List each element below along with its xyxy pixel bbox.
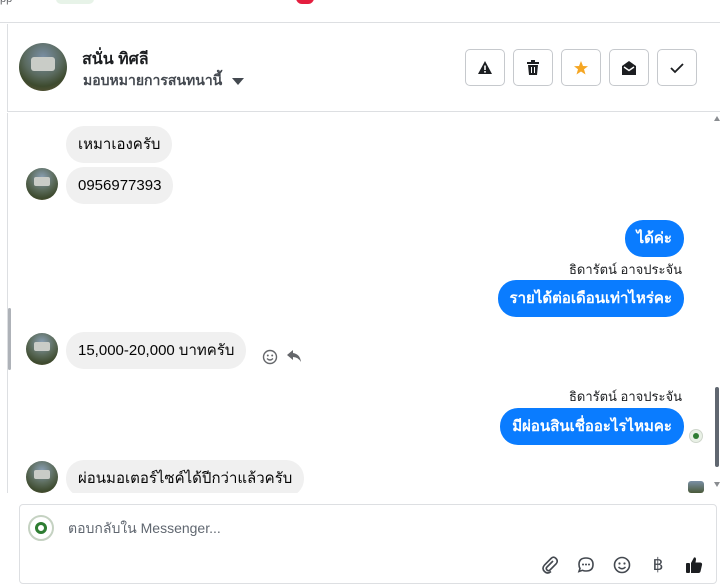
- contact-avatar-small[interactable]: [26, 333, 58, 365]
- incoming-message[interactable]: 0956977393: [66, 167, 174, 204]
- check-icon: [670, 62, 684, 73]
- chevron-down-icon: [232, 77, 245, 85]
- star-button[interactable]: [561, 49, 601, 86]
- saved-replies-button[interactable]: [574, 553, 598, 577]
- conversation-header: สนั่น ทิศลี มอบหมายการสนทนานี้: [7, 24, 720, 112]
- payment-button[interactable]: ฿: [646, 553, 670, 577]
- assign-conversation-dropdown[interactable]: มอบหมายการสนทนานี้: [83, 70, 245, 92]
- attach-button[interactable]: [538, 553, 562, 577]
- scroll-up-arrow-icon[interactable]: [714, 116, 720, 121]
- sender-name: ธิดารัตน์ อาจประจัน: [568, 389, 682, 404]
- report-button[interactable]: [465, 49, 505, 86]
- top-toolbar-strip: pp: [0, 0, 720, 23]
- incoming-message[interactable]: ผ่อนมอเตอร์ไซค์ได้ปีกว่าแล้วครับ: [66, 460, 305, 493]
- thread-scrollbar[interactable]: [713, 113, 720, 493]
- emoji-icon: [613, 556, 631, 574]
- mark-unread-button[interactable]: [609, 49, 649, 86]
- contact-avatar-small[interactable]: [26, 168, 58, 200]
- thumbs-up-icon: [686, 557, 703, 573]
- messenger-inbox-window: pp สนั่น ทิศลี มอบหมายการสนทนานี้ เหมาเอ…: [0, 0, 720, 587]
- contact-avatar-small[interactable]: [26, 461, 58, 493]
- reply-input[interactable]: [68, 518, 628, 538]
- seen-receipt-icon: [689, 429, 703, 443]
- like-button[interactable]: [682, 553, 706, 577]
- page-avatar: [28, 515, 54, 541]
- notification-badge: [296, 0, 314, 4]
- incoming-message[interactable]: เหมาเองครับ: [66, 126, 173, 163]
- delete-button[interactable]: [513, 49, 553, 86]
- baht-icon: ฿: [652, 555, 664, 574]
- reply-icon[interactable]: [286, 349, 302, 363]
- mark-done-button[interactable]: [657, 49, 697, 86]
- chat-bubble-icon: [577, 557, 594, 573]
- emoji-react-icon[interactable]: [262, 349, 278, 365]
- scrollbar-thumb[interactable]: [715, 387, 719, 467]
- outgoing-message[interactable]: ได้ค่ะ: [624, 220, 684, 257]
- scroll-down-arrow-icon[interactable]: [714, 482, 720, 487]
- toolbar-fragment-text: pp: [0, 0, 12, 5]
- sender-name: ธิดารัตน์ อาจประจัน: [568, 262, 682, 277]
- assign-label: มอบหมายการสนทนานี้: [83, 72, 223, 88]
- message-thread[interactable]: เหมาเองครับ 0956977393 ได้ค่ะ ธิดารัตน์ …: [7, 113, 713, 493]
- contact-avatar[interactable]: [19, 43, 67, 91]
- warning-icon: [478, 60, 492, 74]
- incoming-message[interactable]: 15,000-20,000 บาทครับ: [66, 332, 247, 369]
- outgoing-message[interactable]: รายได้ต่อเดือนเท่าไหร่คะ: [497, 280, 684, 317]
- outgoing-message[interactable]: มีผ่อนสินเชื่ออะไรไหมคะ: [500, 408, 684, 445]
- paperclip-icon: [542, 556, 558, 574]
- contact-seen-avatar: [688, 481, 704, 493]
- star-icon: [574, 60, 588, 74]
- message-composer: ฿: [19, 504, 717, 584]
- emoji-button[interactable]: [610, 553, 634, 577]
- envelope-open-icon: [622, 60, 636, 75]
- contact-name[interactable]: สนั่น ทิศลี: [82, 47, 149, 72]
- trash-icon: [527, 59, 539, 75]
- toolbar-tab-pill[interactable]: [56, 0, 94, 4]
- left-panel-scrollbar[interactable]: [8, 308, 11, 370]
